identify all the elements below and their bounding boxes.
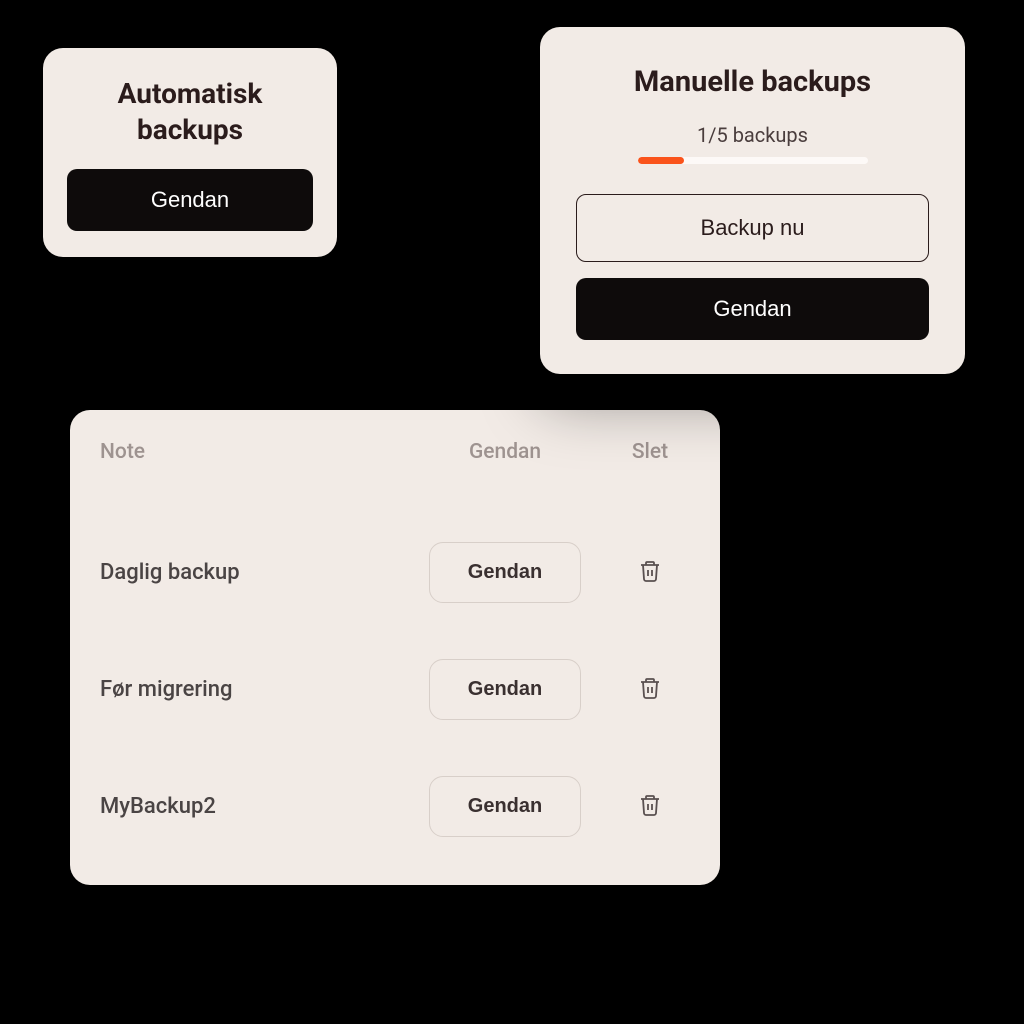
- backup-progress-bar: [638, 157, 868, 164]
- column-header-note: Note: [100, 440, 400, 464]
- restore-button[interactable]: Gendan: [429, 659, 581, 720]
- backup-note: Før migrering: [100, 677, 400, 702]
- trash-icon: [638, 559, 662, 583]
- trash-icon: [638, 676, 662, 700]
- backup-note: Daglig backup: [100, 560, 400, 585]
- delete-button[interactable]: [632, 787, 668, 826]
- trash-icon: [638, 793, 662, 817]
- column-header-restore: Gendan: [400, 440, 610, 464]
- backup-now-button[interactable]: Backup nu: [576, 194, 929, 262]
- automatic-backups-title: Automatisk backups: [67, 76, 313, 149]
- auto-restore-button[interactable]: Gendan: [67, 169, 313, 231]
- delete-button[interactable]: [632, 553, 668, 592]
- automatic-backups-card: Automatisk backups Gendan: [43, 48, 337, 257]
- table-header: Note Gendan Slet: [100, 440, 690, 464]
- restore-button[interactable]: Gendan: [429, 776, 581, 837]
- manual-backups-title: Manuelle backups: [576, 65, 929, 99]
- backup-list-card: Note Gendan Slet Daglig backup Gendan Fø…: [70, 410, 720, 885]
- table-row: Daglig backup Gendan: [100, 514, 690, 631]
- manual-backups-card: Manuelle backups 1/5 backups Backup nu G…: [540, 27, 965, 374]
- table-row: Før migrering Gendan: [100, 631, 690, 748]
- column-header-delete: Slet: [610, 440, 690, 464]
- backup-count-label: 1/5 backups: [576, 123, 929, 147]
- manual-restore-button[interactable]: Gendan: [576, 278, 929, 340]
- backup-note: MyBackup2: [100, 794, 400, 819]
- restore-button[interactable]: Gendan: [429, 542, 581, 603]
- backup-progress-fill: [638, 157, 684, 164]
- table-row: MyBackup2 Gendan: [100, 748, 690, 865]
- delete-button[interactable]: [632, 670, 668, 709]
